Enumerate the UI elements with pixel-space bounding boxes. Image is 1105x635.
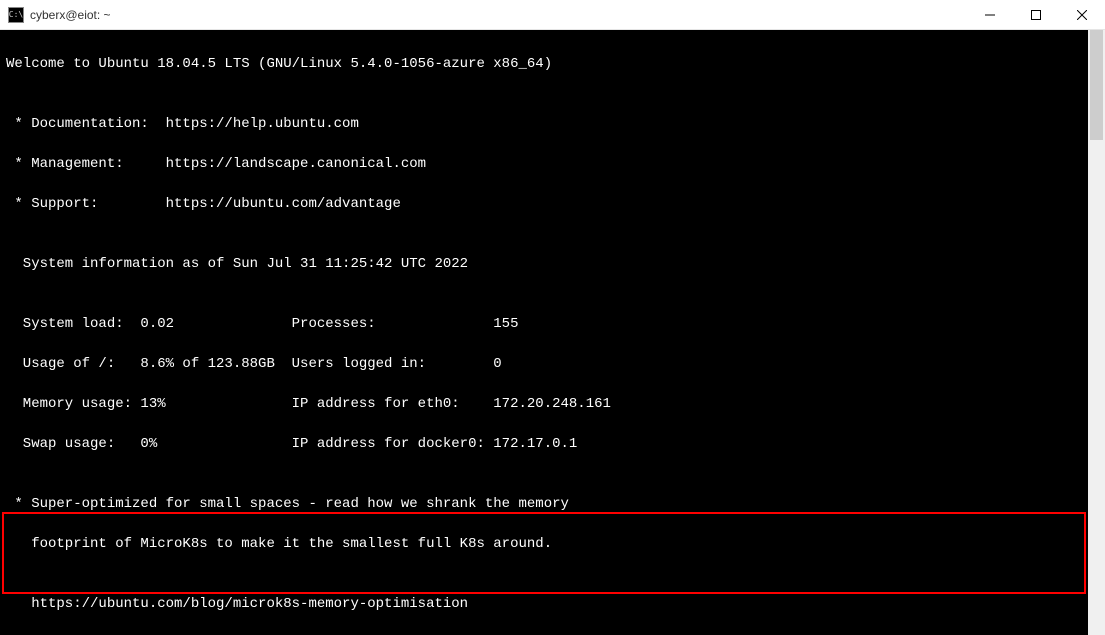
terminal-line: Usage of /: 8.6% of 123.88GB Users logge… [6,354,1082,374]
terminal-line: Welcome to Ubuntu 18.04.5 LTS (GNU/Linux… [6,54,1082,74]
maximize-button[interactable] [1013,0,1059,30]
terminal-app-icon: C:\ [8,7,24,23]
terminal-line: System information as of Sun Jul 31 11:2… [6,254,1082,274]
terminal-output[interactable]: Welcome to Ubuntu 18.04.5 LTS (GNU/Linux… [0,30,1088,635]
terminal-line: Memory usage: 13% IP address for eth0: 1… [6,394,1082,414]
close-button[interactable] [1059,0,1105,30]
minimize-button[interactable] [967,0,1013,30]
terminal-line: * Management: https://landscape.canonica… [6,154,1082,174]
terminal-line: footprint of MicroK8s to make it the sma… [6,534,1082,554]
scrollbar-thumb[interactable] [1090,30,1103,140]
terminal-line: * Super-optimized for small spaces - rea… [6,494,1082,514]
terminal-line: * Support: https://ubuntu.com/advantage [6,194,1082,214]
scrollbar-track[interactable] [1088,30,1105,635]
terminal-line: * Documentation: https://help.ubuntu.com [6,114,1082,134]
terminal-line: System load: 0.02 Processes: 155 [6,314,1082,334]
window-titlebar: C:\ cyberx@eiot: ~ [0,0,1105,30]
terminal-line: https://ubuntu.com/blog/microk8s-memory-… [6,594,1082,614]
window-title: cyberx@eiot: ~ [30,8,111,22]
terminal-line: Swap usage: 0% IP address for docker0: 1… [6,434,1082,454]
